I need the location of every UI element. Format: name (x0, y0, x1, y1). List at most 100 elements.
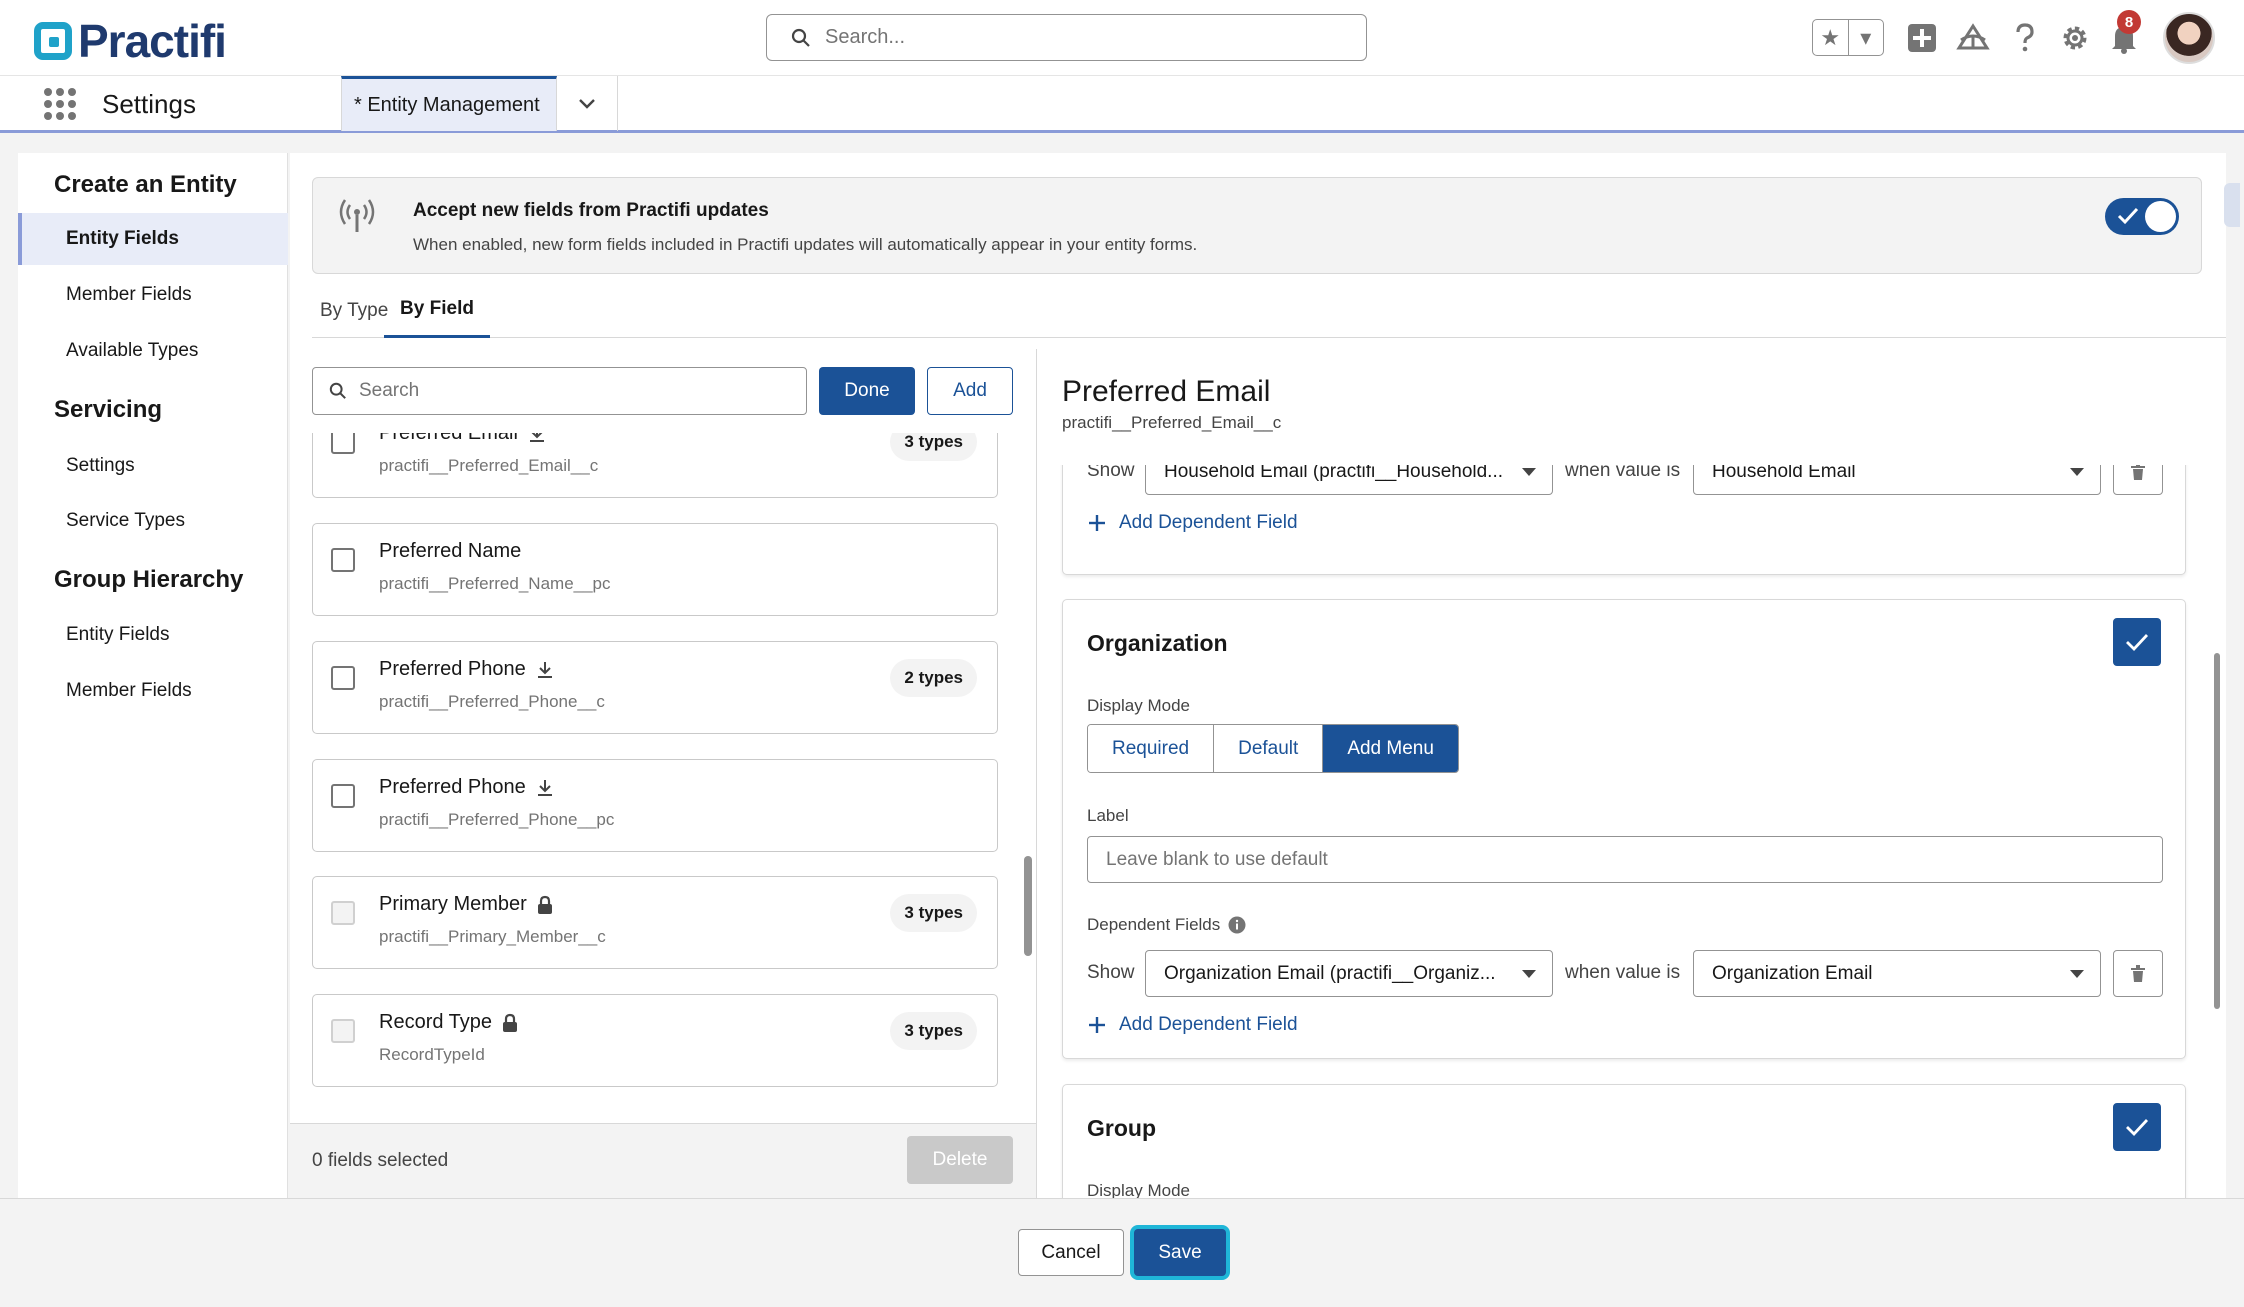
field-name: Primary Member (379, 893, 553, 916)
field-card-preferred-name[interactable]: Preferred Name practifi__Preferred_Name_… (312, 523, 998, 616)
field-api-name: practifi__Preferred_Name__pc (379, 574, 611, 593)
chevron-down-icon (2070, 970, 2084, 978)
tab-menu-chevron-down-icon[interactable] (557, 76, 618, 131)
sidebar-item-group-entity-fields[interactable]: Entity Fields (18, 609, 288, 661)
display-mode-segmented-control: Required Default Add Menu (1087, 724, 1459, 773)
field-types-badge: 3 types (890, 1012, 977, 1050)
field-checkbox[interactable] (331, 784, 355, 808)
chevron-down-icon (2070, 468, 2084, 476)
field-checkbox[interactable] (331, 548, 355, 572)
display-mode-add-menu[interactable]: Add Menu (1323, 725, 1458, 772)
group-enabled-checkbox[interactable] (2113, 1103, 2161, 1151)
side-panel-handle[interactable] (2224, 183, 2240, 227)
add-dependent-field-link[interactable]: Add Dependent Field (1087, 512, 1298, 534)
label-field-label: Label (1087, 806, 1129, 825)
add-field-button[interactable]: Add (927, 367, 1013, 415)
dependent-value-select[interactable]: Organization Email (1693, 950, 2101, 997)
field-checkbox-disabled (331, 901, 355, 925)
detail-api-name: practifi__Preferred_Email__c (1062, 413, 1282, 432)
dependent-value-select[interactable]: Household Email (1693, 465, 2101, 495)
dependent-field-select[interactable]: Organization Email (practifi__Organiz... (1145, 950, 1553, 997)
lock-icon (503, 1013, 518, 1032)
dependent-field-select[interactable]: Household Email (practifi__Household... (1145, 465, 1553, 495)
chevron-down-icon (1522, 468, 1536, 476)
notification-badge: 8 (2117, 10, 2141, 34)
tab-by-field[interactable]: By Field (384, 283, 490, 338)
display-mode-required[interactable]: Required (1088, 725, 1215, 772)
download-icon (537, 779, 552, 796)
gear-icon[interactable] (2057, 20, 2093, 56)
detail-scrollbar[interactable] (2214, 653, 2220, 1009)
field-card-preferred-phone[interactable]: Preferred Phone practifi__Preferred_Phon… (312, 641, 998, 734)
field-card-preferred-phone-pc[interactable]: Preferred Phone practifi__Preferred_Phon… (312, 759, 998, 852)
delete-dependent-trash-icon[interactable] (2113, 465, 2163, 495)
field-list: Preferred Email practifi__Preferred_Emai… (312, 433, 1030, 1120)
field-api-name: RecordTypeId (379, 1045, 485, 1064)
sidebar-item-available-types[interactable]: Available Types (18, 325, 288, 377)
check-icon (2126, 1119, 2149, 1137)
field-card-preferred-email[interactable]: Preferred Email practifi__Preferred_Emai… (312, 433, 998, 498)
organization-enabled-checkbox[interactable] (2113, 618, 2161, 666)
delete-dependent-trash-icon[interactable] (2113, 950, 2163, 997)
sidebar-item-entity-fields[interactable]: Entity Fields (18, 213, 288, 265)
sidebar-item-servicing-settings[interactable]: Settings (18, 440, 288, 492)
toggle-knob (2145, 201, 2176, 232)
practifi-logo[interactable]: Practifi (34, 14, 227, 68)
field-card-primary-member[interactable]: Primary Member practifi__Primary_Member_… (312, 876, 998, 969)
trailhead-icon[interactable] (1955, 20, 1991, 56)
field-api-name: practifi__Preferred_Phone__pc (379, 810, 615, 829)
display-mode-default[interactable]: Default (1214, 725, 1324, 772)
field-search-input[interactable]: Search (312, 367, 807, 415)
plus-icon (1089, 1017, 1105, 1033)
label-input[interactable]: Leave blank to use default (1087, 836, 2163, 883)
field-card-record-type[interactable]: Record Type RecordTypeId 3 types (312, 994, 998, 1087)
banner-title: Accept new fields from Practifi updates (413, 200, 769, 221)
dependent-fields-label: Dependent Fields (1087, 915, 1246, 935)
field-name: Preferred Phone (379, 776, 554, 799)
detail-title: Preferred Email (1062, 375, 1271, 408)
help-icon[interactable] (2007, 20, 2043, 56)
organization-title: Organization (1087, 630, 1228, 656)
selected-count: 0 fields selected (312, 1150, 449, 1171)
sidebar-section-group-hierarchy: Group Hierarchy (54, 566, 244, 593)
settings-sidebar: Create an Entity Entity Fields Member Fi… (18, 153, 288, 1198)
sidebar-item-member-fields[interactable]: Member Fields (18, 269, 288, 321)
info-icon[interactable] (1228, 916, 1246, 934)
plus-icon (1089, 515, 1105, 531)
view-tabs: By Type By Field (312, 283, 2226, 338)
chevron-down-icon[interactable]: ▾ (1849, 20, 1884, 55)
field-checkbox[interactable] (331, 666, 355, 690)
cancel-button[interactable]: Cancel (1018, 1229, 1124, 1276)
app-launcher-icon[interactable] (44, 88, 76, 120)
organization-dependent-row: Show Organization Email (practifi__Organ… (1087, 950, 2163, 997)
done-button[interactable]: Done (819, 367, 915, 415)
lock-icon (537, 895, 552, 914)
display-mode-label: Display Mode (1087, 1181, 1190, 1198)
accept-updates-toggle[interactable] (2105, 198, 2179, 235)
panel-divider (1036, 349, 1037, 1198)
tab-by-type[interactable]: By Type (320, 283, 390, 338)
field-checkbox[interactable] (331, 433, 355, 454)
delete-button[interactable]: Delete (907, 1136, 1013, 1184)
detail-scroll-area: Show Household Email (practifi__Househol… (1060, 465, 2206, 1198)
field-list-scrollbar[interactable] (1024, 856, 1032, 956)
check-icon (2126, 634, 2149, 652)
when-value-label: when value is (1565, 962, 1681, 983)
save-button[interactable]: Save (1134, 1229, 1226, 1276)
tab-entity-management[interactable]: * Entity Management (341, 76, 557, 131)
global-search-input[interactable]: Search... (766, 14, 1367, 61)
sidebar-item-service-types[interactable]: Service Types (18, 495, 288, 547)
group-title: Group (1087, 1115, 1156, 1141)
entity-fields-panel: Accept new fields from Practifi updates … (290, 153, 2240, 1198)
field-name: Preferred Name (379, 540, 522, 562)
show-label: Show (1087, 465, 1135, 481)
field-checkbox-disabled (331, 1019, 355, 1043)
field-api-name: practifi__Preferred_Email__c (379, 456, 599, 475)
global-create-icon[interactable] (1904, 20, 1940, 56)
add-dependent-field-link[interactable]: Add Dependent Field (1087, 1014, 1298, 1036)
footer-action-bar: Cancel Save (0, 1198, 2244, 1307)
star-icon[interactable]: ★ (1813, 20, 1849, 55)
user-avatar[interactable] (2163, 12, 2215, 64)
sidebar-item-group-member-fields[interactable]: Member Fields (18, 665, 288, 717)
field-name: Record Type (379, 1011, 518, 1034)
